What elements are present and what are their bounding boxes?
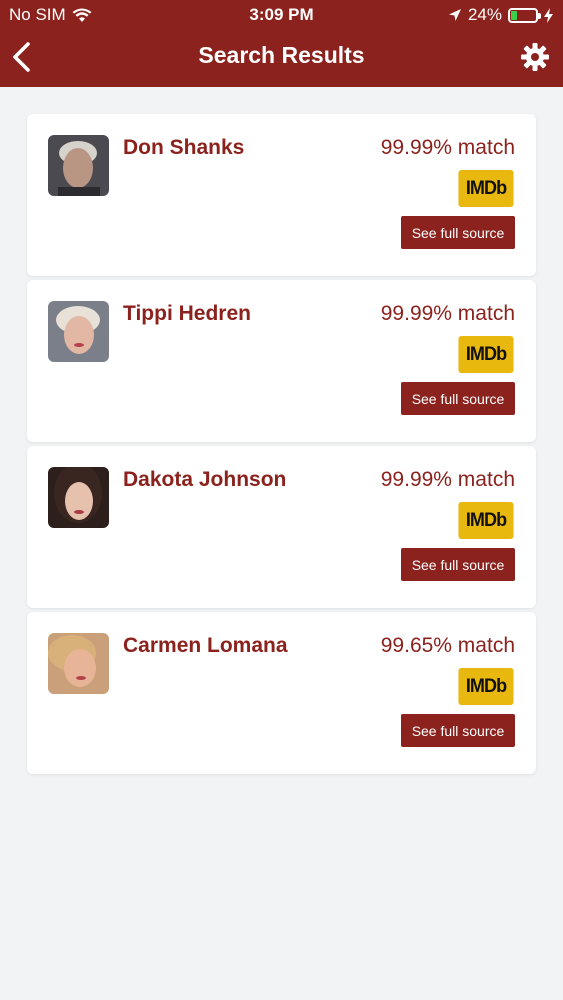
battery-fill	[511, 10, 517, 20]
top-bar: No SIM 3:09 PM 24% Search Results	[0, 0, 563, 87]
result-card[interactable]: Carmen Lomana 99.65% match IMDb See full…	[27, 612, 536, 774]
match-score: 99.99% match	[380, 468, 515, 491]
result-name: Don Shanks	[123, 136, 245, 159]
imdb-logo[interactable]: IMDb	[458, 668, 514, 705]
avatar	[48, 135, 109, 196]
gear-icon	[521, 43, 549, 71]
avatar-face	[64, 316, 94, 354]
avatar-image	[48, 633, 109, 694]
status-right-group: 24%	[448, 5, 553, 25]
imdb-logo[interactable]: IMDb	[458, 170, 514, 207]
avatar-image	[48, 301, 109, 362]
avatar-image	[48, 135, 109, 196]
avatar	[48, 301, 109, 362]
result-card[interactable]: Don Shanks 99.99% match IMDb See full so…	[27, 114, 536, 276]
see-full-source-button[interactable]: See full source	[401, 714, 515, 747]
imdb-logo[interactable]: IMDb	[458, 336, 514, 373]
location-arrow-icon	[448, 9, 461, 21]
results-list: Don Shanks 99.99% match IMDb See full so…	[27, 114, 536, 778]
charging-bolt-icon	[544, 7, 553, 23]
avatar	[48, 467, 109, 528]
avatar-face	[64, 649, 96, 687]
battery-icon	[508, 7, 541, 23]
avatar-face	[63, 148, 93, 188]
settings-button[interactable]	[519, 40, 551, 74]
avatar-image	[48, 467, 109, 528]
result-name: Tippi Hedren	[123, 302, 251, 325]
match-score: 99.99% match	[380, 302, 515, 325]
imdb-logo[interactable]: IMDb	[458, 502, 514, 539]
match-score: 99.65% match	[380, 634, 515, 657]
result-name: Carmen Lomana	[123, 634, 288, 657]
see-full-source-button[interactable]: See full source	[401, 216, 515, 249]
match-score: 99.99% match	[380, 136, 515, 159]
result-card[interactable]: Dakota Johnson 99.99% match IMDb See ful…	[27, 446, 536, 608]
status-bar: No SIM 3:09 PM 24%	[0, 0, 563, 30]
page-title: Search Results	[198, 42, 365, 68]
result-name: Dakota Johnson	[123, 468, 287, 491]
result-card[interactable]: Tippi Hedren 99.99% match IMDb See full …	[27, 280, 536, 442]
see-full-source-button[interactable]: See full source	[401, 548, 515, 581]
avatar	[48, 633, 109, 694]
see-full-source-button[interactable]: See full source	[401, 382, 515, 415]
battery-percent: 24%	[467, 5, 502, 24]
avatar-face	[65, 482, 93, 520]
